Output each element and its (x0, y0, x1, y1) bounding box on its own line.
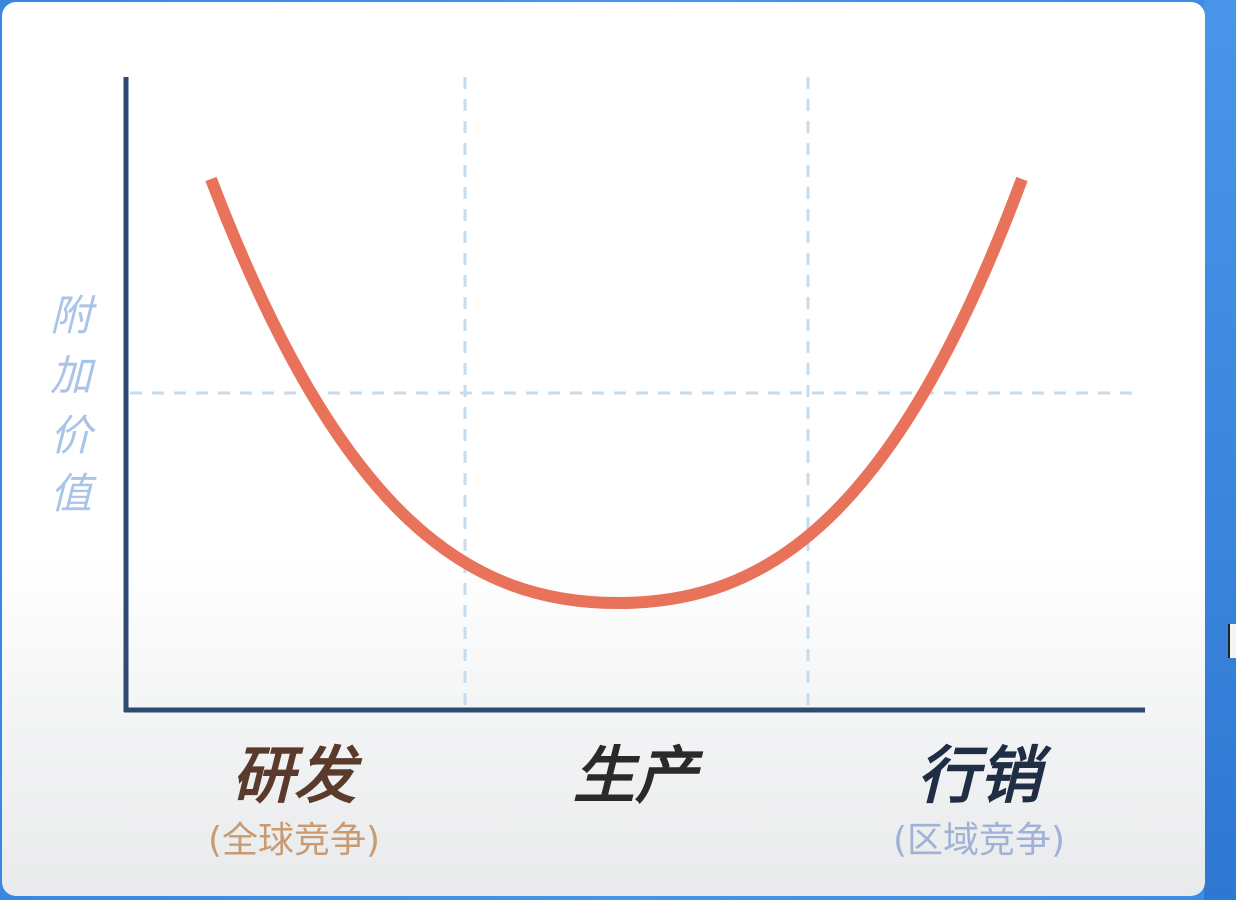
y-axis-label-char-1: 附 (50, 291, 97, 340)
y-axis-label-char-2: 加 (50, 351, 96, 400)
stage-sublabel-marketing: (区域竞争) (893, 820, 1065, 861)
diagram-card: 附 加 价 值 研发 (全球竞争) 生产 行销 (区域竞争) (2, 2, 1205, 896)
stage-label-production: 生产 (573, 739, 704, 812)
background-right-edge (1204, 0, 1236, 900)
edge-marker (1228, 624, 1236, 658)
y-axis-label-char-3: 价 (50, 411, 96, 460)
smile-curve-diagram: 附 加 价 值 研发 (全球竞争) 生产 行销 (区域竞争) (50, 77, 1145, 861)
stage-sublabel-rnd: (全球竞争) (208, 820, 380, 861)
stage-label-marketing: 行销 (917, 739, 1052, 812)
stage-label-rnd: 研发 (232, 739, 363, 812)
value-added-curve (205, 176, 1028, 610)
y-axis-label-char-4: 值 (50, 469, 97, 518)
